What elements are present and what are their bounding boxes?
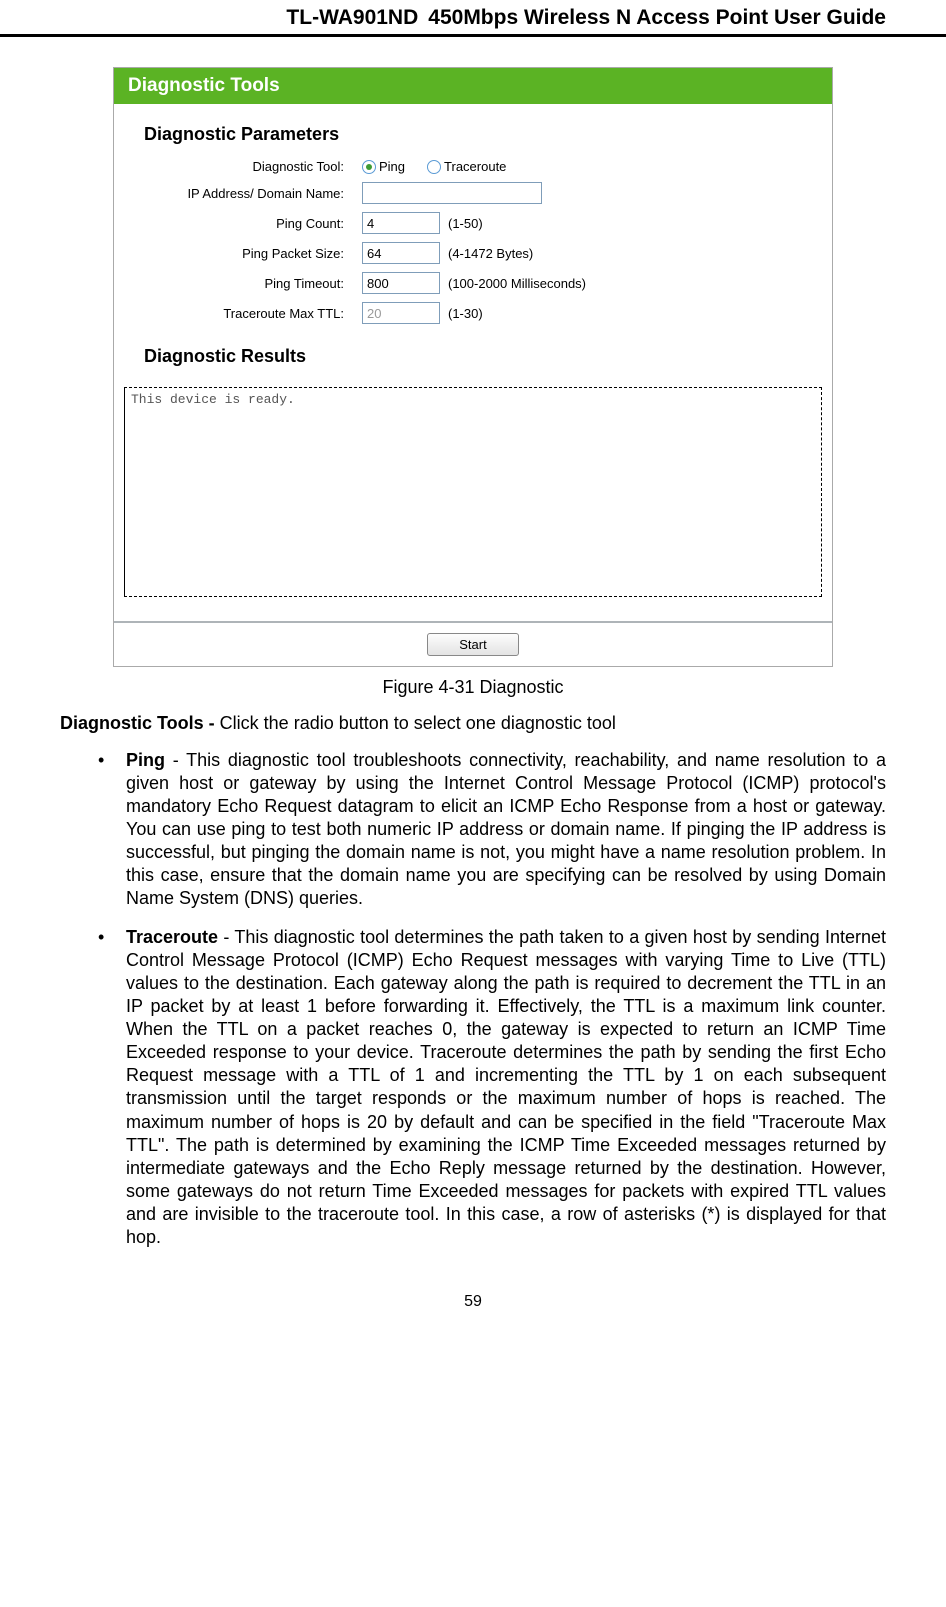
- intro-bold: Diagnostic Tools -: [60, 713, 220, 733]
- radio-traceroute[interactable]: Traceroute: [427, 159, 506, 174]
- label-ping-timeout: Ping Timeout:: [114, 276, 362, 291]
- ping-timeout-input[interactable]: [362, 272, 440, 294]
- row-ping-count: Ping Count: (1-50): [114, 212, 832, 234]
- page-content: Diagnostic Tools Diagnostic Parameters D…: [0, 37, 946, 1341]
- packet-size-hint: (4-1472 Bytes): [448, 246, 533, 261]
- ping-count-input[interactable]: [362, 212, 440, 234]
- results-box: This device is ready.: [124, 387, 822, 597]
- page-number: 59: [60, 1293, 886, 1311]
- figure-caption: Figure 4-31 Diagnostic: [60, 677, 886, 698]
- header-title: 450Mbps Wireless N Access Point User Gui…: [428, 6, 886, 30]
- label-ping-count: Ping Count:: [114, 216, 362, 231]
- bullet-traceroute: Traceroute - This diagnostic tool determ…: [98, 926, 886, 1248]
- row-diagnostic-tool: Diagnostic Tool: Ping Traceroute: [114, 159, 832, 174]
- start-button[interactable]: Start: [427, 633, 519, 656]
- panel-body: Diagnostic Parameters Diagnostic Tool: P…: [114, 104, 832, 666]
- panel-titlebar: Diagnostic Tools: [114, 68, 832, 104]
- label-traceroute-ttl: Traceroute Max TTL:: [114, 306, 362, 321]
- bullet-traceroute-text: - This diagnostic tool determines the pa…: [126, 927, 886, 1246]
- bullet-traceroute-name: Traceroute: [126, 927, 218, 947]
- doc-header: TL-WA901ND 450Mbps Wireless N Access Poi…: [0, 0, 946, 37]
- label-ip-address: IP Address/ Domain Name:: [114, 186, 362, 201]
- diagnostic-results-heading: Diagnostic Results: [114, 332, 832, 381]
- label-diagnostic-tool: Diagnostic Tool:: [114, 159, 362, 174]
- packet-size-input[interactable]: [362, 242, 440, 264]
- diagnostic-tools-panel: Diagnostic Tools Diagnostic Parameters D…: [113, 67, 833, 667]
- radio-traceroute-label: Traceroute: [444, 159, 506, 174]
- diagnostic-parameters-heading: Diagnostic Parameters: [114, 118, 832, 159]
- row-ping-timeout: Ping Timeout: (100-2000 Milliseconds): [114, 272, 832, 294]
- bullet-ping: Ping - This diagnostic tool troubleshoot…: [98, 749, 886, 910]
- bullet-ping-text: - This diagnostic tool troubleshoots con…: [126, 750, 886, 908]
- row-traceroute-ttl: Traceroute Max TTL: (1-30): [114, 302, 832, 324]
- traceroute-ttl-hint: (1-30): [448, 306, 483, 321]
- results-text: This device is ready.: [131, 392, 295, 407]
- bullet-list: Ping - This diagnostic tool troubleshoot…: [60, 749, 886, 1249]
- ping-count-hint: (1-50): [448, 216, 483, 231]
- bullet-ping-name: Ping: [126, 750, 165, 770]
- ping-timeout-hint: (100-2000 Milliseconds): [448, 276, 586, 291]
- label-packet-size: Ping Packet Size:: [114, 246, 362, 261]
- row-packet-size: Ping Packet Size: (4-1472 Bytes): [114, 242, 832, 264]
- intro-rest: Click the radio button to select one dia…: [220, 713, 616, 733]
- header-model: TL-WA901ND: [286, 6, 418, 30]
- radio-ping[interactable]: Ping: [362, 159, 405, 174]
- row-ip-address: IP Address/ Domain Name:: [114, 182, 832, 204]
- traceroute-ttl-input[interactable]: [362, 302, 440, 324]
- intro-paragraph: Diagnostic Tools - Click the radio butto…: [60, 712, 886, 735]
- radio-ping-label: Ping: [379, 159, 405, 174]
- ip-address-input[interactable]: [362, 182, 542, 204]
- radio-icon: [362, 160, 376, 174]
- radio-icon: [427, 160, 441, 174]
- button-row: Start: [114, 621, 832, 666]
